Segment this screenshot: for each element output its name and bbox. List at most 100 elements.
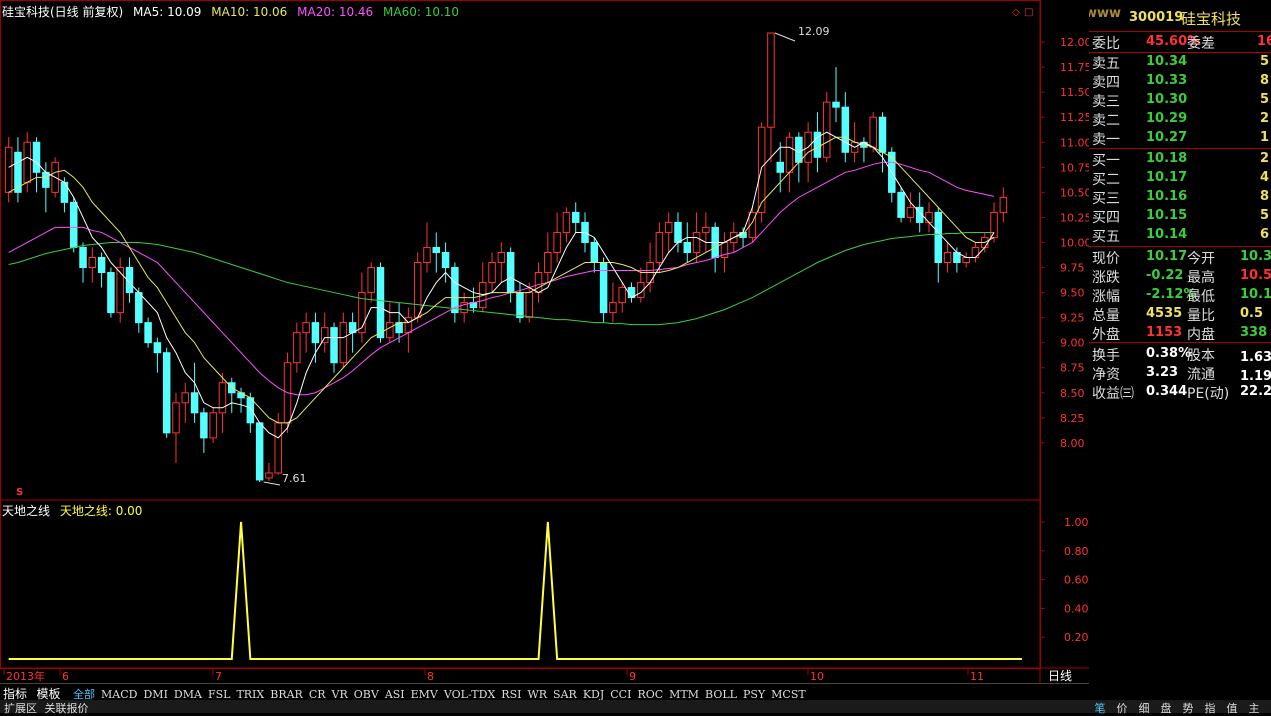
candle bbox=[571, 202, 580, 233]
candle bbox=[962, 252, 970, 268]
stat-row: 换手0.38%股本1.63亿 bbox=[1092, 346, 1271, 365]
candle bbox=[209, 407, 217, 443]
candle bbox=[181, 382, 190, 423]
candle-body bbox=[69, 201, 78, 248]
candle-body bbox=[822, 101, 831, 158]
candle bbox=[14, 137, 22, 203]
high-arrow bbox=[774, 32, 796, 42]
candle-body bbox=[590, 241, 599, 264]
candle-body bbox=[144, 322, 152, 344]
candles bbox=[4, 32, 1008, 482]
candle bbox=[785, 132, 794, 193]
date-tick-label: 11 bbox=[970, 670, 984, 683]
expand-area[interactable]: 扩展区 bbox=[4, 702, 37, 715]
chart-frame bbox=[0, 0, 1041, 669]
ma20-label: MA20: 10.46 bbox=[297, 5, 374, 19]
candle bbox=[767, 32, 775, 163]
candle bbox=[320, 312, 329, 353]
quote-panel: www 300019 硅宝科技 委比 45.60% 委差 16 卖五 10.34 5… bbox=[1089, 0, 1271, 713]
candle bbox=[144, 317, 152, 348]
stock-name: 硅宝科技 bbox=[1181, 10, 1242, 28]
candle-body bbox=[655, 231, 664, 264]
right-tab[interactable]: 盘 bbox=[1155, 700, 1177, 716]
candle bbox=[432, 232, 441, 273]
candle bbox=[488, 252, 496, 293]
candle-body bbox=[441, 251, 450, 269]
candle bbox=[832, 67, 840, 123]
candle-body bbox=[153, 342, 162, 354]
kline-chart[interactable]: 12.00 11.75 11.50 11.25 11.00 10.75 10.50 10.25… bbox=[0, 0, 1089, 683]
candle bbox=[451, 262, 459, 323]
candle bbox=[460, 292, 468, 323]
candle bbox=[441, 242, 450, 283]
right-tab[interactable]: 值 bbox=[1221, 700, 1243, 716]
candle bbox=[702, 212, 710, 253]
indicator-tick-label: 0.40 bbox=[1064, 602, 1089, 615]
date-tick-label: 10 bbox=[810, 670, 824, 683]
candle bbox=[999, 187, 1008, 223]
right-tab[interactable]: 指 bbox=[1199, 700, 1221, 716]
price-tick-label: 11.50 bbox=[1060, 86, 1089, 99]
candle bbox=[841, 92, 850, 163]
ask-row: 卖三 10.30 5 bbox=[1092, 92, 1270, 110]
indicator-tick-label: 0.80 bbox=[1064, 545, 1089, 558]
candle bbox=[367, 262, 375, 303]
s-marker: S bbox=[16, 487, 24, 498]
low-arrow bbox=[263, 481, 281, 486]
candle bbox=[479, 262, 487, 313]
candle bbox=[664, 212, 673, 253]
candle-body bbox=[451, 267, 459, 314]
date-tick-label: 6 bbox=[62, 670, 69, 683]
candle-body bbox=[88, 256, 97, 269]
candle-body bbox=[599, 262, 608, 314]
candle bbox=[655, 222, 664, 273]
indicator-tick-label: 0.20 bbox=[1064, 631, 1089, 644]
candle-body bbox=[135, 292, 143, 324]
candle bbox=[386, 302, 394, 343]
low-annotation: 7.61 bbox=[282, 472, 307, 485]
candle bbox=[934, 207, 943, 283]
date-tick-label: 7 bbox=[215, 670, 222, 683]
ma5-line bbox=[8, 131, 995, 439]
candle-body bbox=[609, 302, 617, 314]
candle-body bbox=[571, 211, 580, 223]
candle bbox=[311, 312, 320, 363]
related-quote[interactable]: 关联报价 bbox=[45, 702, 89, 715]
candle-body bbox=[339, 322, 348, 364]
right-tab[interactable]: 主 bbox=[1243, 700, 1265, 716]
stat-row: 收益㈢ 0.344 PE(动) 22.2 bbox=[1092, 384, 1271, 402]
candle bbox=[516, 282, 524, 323]
candle bbox=[795, 132, 803, 183]
candle-body bbox=[497, 251, 506, 264]
right-tab[interactable]: 笔 bbox=[1089, 700, 1111, 716]
candle bbox=[162, 347, 171, 438]
candle-body bbox=[767, 32, 775, 128]
period-label[interactable]: 日线 bbox=[1048, 667, 1072, 684]
candle bbox=[534, 262, 543, 303]
candle-body bbox=[190, 392, 199, 414]
restore-icon: ◇ bbox=[1012, 7, 1020, 18]
candle-body bbox=[841, 106, 850, 153]
candle bbox=[506, 247, 515, 303]
right-tab[interactable]: 细 bbox=[1133, 700, 1155, 716]
date-tick-label: 2013年 bbox=[6, 669, 45, 683]
candle bbox=[228, 377, 236, 413]
indicator-value: 天地之线: 0.00 bbox=[59, 504, 143, 518]
candle-body bbox=[516, 292, 524, 319]
candle-body bbox=[525, 292, 533, 319]
candle bbox=[107, 267, 115, 318]
right-tab[interactable]: 势 bbox=[1177, 700, 1199, 716]
bid-row: 买一 10.18 2 bbox=[1092, 151, 1270, 169]
price-tick-label: 8.00 bbox=[1060, 437, 1085, 450]
candle bbox=[897, 187, 905, 223]
right-tab[interactable]: 价 bbox=[1111, 700, 1133, 716]
bid-row: 买四 10.15 5 bbox=[1092, 208, 1270, 226]
indicator-name[interactable]: 天地之线 bbox=[2, 504, 50, 518]
candle-body bbox=[265, 472, 273, 479]
candle-body bbox=[795, 136, 803, 163]
candle-body bbox=[943, 251, 952, 264]
candle-body bbox=[97, 256, 106, 274]
quote-row: 涨跌 -0.22 最高 10.5 bbox=[1092, 268, 1271, 286]
price-tick-label: 10.75 bbox=[1060, 161, 1089, 174]
ask-row: 卖四 10.33 8 bbox=[1092, 73, 1270, 91]
